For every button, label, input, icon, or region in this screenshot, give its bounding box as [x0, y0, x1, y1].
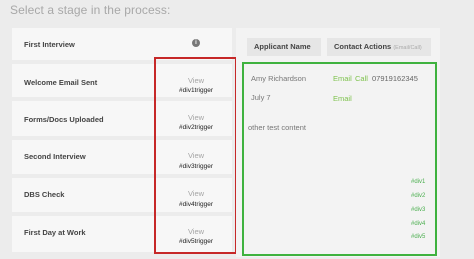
note-text: other test content: [248, 123, 306, 132]
applicant-name: Amy Richardson: [251, 74, 307, 83]
info-icon[interactable]: i: [192, 39, 200, 47]
email-link-secondary[interactable]: Email: [333, 94, 352, 103]
div-tag: #div4: [411, 221, 426, 227]
div-tag: #div1: [411, 179, 426, 185]
contact-actions-header-label: Contact Actions: [334, 42, 392, 51]
email-link[interactable]: Email: [333, 74, 352, 83]
stage-label: Second Interview: [24, 152, 86, 161]
stage-label: DBS Check: [24, 190, 65, 199]
stage-label: Welcome Email Sent: [24, 78, 98, 87]
stage-label: First Day at Work: [24, 228, 86, 237]
div-tag: #div3: [411, 207, 426, 213]
applicant-date: July 7: [251, 93, 271, 102]
phone-number: 07919162345: [372, 74, 418, 83]
call-link[interactable]: Call: [355, 74, 368, 83]
stage-label: Forms/Docs Uploaded: [24, 115, 104, 124]
view-column-highlight: [154, 57, 237, 254]
contact-actions-hint: (Email/Call): [393, 45, 422, 51]
applicant-name-header-label: Applicant Name: [254, 42, 311, 51]
details-content-highlight: [242, 62, 437, 256]
stage-label: First Interview: [24, 40, 75, 49]
contact-actions-header: Contact Actions (Email/Call): [327, 38, 431, 56]
applicant-name-header: Applicant Name: [247, 38, 321, 56]
div-tag: #div5: [411, 234, 426, 240]
div-tag: #div2: [411, 193, 426, 199]
page-title: Select a stage in the process:: [10, 3, 171, 17]
